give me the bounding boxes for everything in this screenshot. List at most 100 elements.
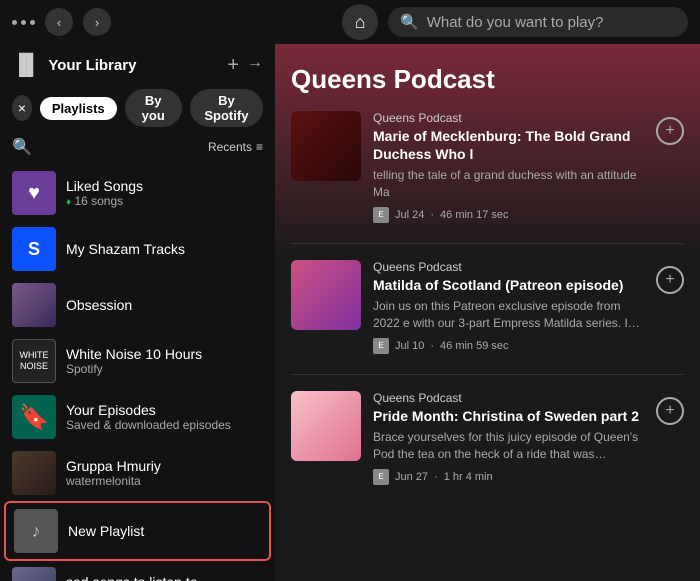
newplaylist-info: New Playlist	[68, 523, 261, 539]
episode-date: Jul 24	[395, 209, 424, 221]
list-item[interactable]: ♪ New Playlist	[4, 501, 271, 561]
episode-separator: ·	[430, 209, 434, 221]
window-dots	[12, 20, 35, 25]
liked-songs-thumb: ♥	[12, 171, 56, 215]
whitenoise-name: White Noise 10 Hours	[66, 346, 263, 362]
liked-songs-dot: ♦	[66, 197, 71, 208]
episode-add-button[interactable]: +	[656, 266, 684, 294]
search-bar[interactable]: 🔍 What do you want to play?	[388, 7, 688, 37]
whitenoise-thumb: WHITENOISE	[12, 339, 56, 383]
library-list: ♥ Liked Songs ♦ 16 songs S My Shazam Tra…	[0, 165, 275, 581]
newplaylist-name: New Playlist	[68, 523, 261, 539]
episode-date: Jun 27	[395, 471, 428, 483]
recents-label-text: Recents	[208, 140, 252, 154]
episode-type-icon: E	[373, 469, 389, 485]
gruppa-sub: watermelonita	[66, 474, 263, 488]
episode-desc: Brace yourselves for this juicy episode …	[373, 429, 644, 463]
filter-by-spotify[interactable]: By Spotify	[190, 89, 263, 127]
sidebar-header-actions: + →	[227, 54, 263, 77]
main-content: ▐▌ Your Library + → × Playlists By you B…	[0, 44, 700, 581]
library-title: Your Library	[48, 57, 219, 74]
episode-type-icon: E	[373, 207, 389, 223]
episode-title: Marie of Mecklenburg: The Bold Grand Duc…	[373, 127, 644, 163]
dot-2	[21, 20, 26, 25]
episodes-thumb: 🔖	[12, 395, 56, 439]
episode-add-button[interactable]: +	[656, 117, 684, 145]
liked-songs-name: Liked Songs	[66, 178, 263, 194]
recents-sort-button[interactable]: Recents ≡	[208, 140, 263, 154]
add-library-button[interactable]: +	[227, 54, 239, 77]
newplaylist-thumb: ♪	[14, 509, 58, 553]
episode-thumbnail	[291, 260, 361, 330]
gruppa-thumb	[12, 451, 56, 495]
panel-title: Queens Podcast	[291, 64, 684, 95]
sadsongs-thumb	[12, 567, 56, 581]
episode-add-button[interactable]: +	[656, 397, 684, 425]
expand-library-button[interactable]: →	[247, 54, 263, 77]
episode-date: Jul 10	[395, 340, 424, 352]
episode-podcast: Queens Podcast	[373, 111, 644, 125]
episode-podcast: Queens Podcast	[373, 260, 644, 274]
filter-playlists[interactable]: Playlists	[40, 97, 117, 120]
episode-info: Queens Podcast Pride Month: Christina of…	[373, 391, 644, 485]
list-item[interactable]: 🔖 Your Episodes Saved & downloaded episo…	[4, 389, 271, 445]
episode-thumbnail	[291, 111, 361, 181]
episode-item: Queens Podcast Marie of Mecklenburg: The…	[291, 111, 684, 223]
filter-by-you[interactable]: By you	[125, 89, 182, 127]
list-item[interactable]: Obsession	[4, 277, 271, 333]
episode-separator: ·	[434, 471, 438, 483]
liked-songs-info: Liked Songs ♦ 16 songs	[66, 178, 263, 208]
liked-songs-sub: ♦ 16 songs	[66, 194, 263, 208]
episodes-sub: Saved & downloaded episodes	[66, 418, 263, 432]
list-item[interactable]: WHITENOISE White Noise 10 Hours Spotify	[4, 333, 271, 389]
sidebar-search-icon[interactable]: 🔍	[12, 137, 32, 157]
episode-info: Queens Podcast Matilda of Scotland (Patr…	[373, 260, 644, 354]
filter-bar: × Playlists By you By Spotify	[0, 85, 275, 135]
episodes-name: Your Episodes	[66, 402, 263, 418]
episode-desc: Join us on this Patreon exclusive episod…	[373, 298, 644, 332]
episode-title: Matilda of Scotland (Patreon episode)	[373, 276, 644, 294]
episode-meta: E Jun 27 · 1 hr 4 min	[373, 469, 644, 485]
nav-back-button[interactable]: ‹	[45, 8, 73, 36]
home-button[interactable]: ⌂	[342, 4, 378, 40]
sadsongs-name: sad songs to listen to	[66, 574, 263, 581]
obsession-name: Obsession	[66, 297, 263, 313]
list-item[interactable]: S My Shazam Tracks	[4, 221, 271, 277]
episode-duration: 46 min 17 sec	[440, 209, 508, 221]
library-icon: ▐▌	[12, 54, 40, 77]
gruppa-info: Gruppa Hmuriy watermelonita	[66, 458, 263, 488]
shazam-thumb: S	[12, 227, 56, 271]
close-filter-button[interactable]: ×	[12, 95, 32, 121]
episode-desc: telling the tale of a grand duchess with…	[373, 167, 644, 201]
episode-title: Pride Month: Christina of Sweden part 2	[373, 407, 644, 425]
episode-meta: E Jul 24 · 46 min 17 sec	[373, 207, 644, 223]
episode-info: Queens Podcast Marie of Mecklenburg: The…	[373, 111, 644, 223]
gruppa-name: Gruppa Hmuriy	[66, 458, 263, 474]
shazam-name: My Shazam Tracks	[66, 241, 263, 257]
episode-podcast: Queens Podcast	[373, 391, 644, 405]
shazam-info: My Shazam Tracks	[66, 241, 263, 257]
sidebar-header: ▐▌ Your Library + →	[0, 44, 275, 85]
list-item[interactable]: Gruppa Hmuriy watermelonita	[4, 445, 271, 501]
search-icon: 🔍	[400, 13, 419, 31]
top-bar: ‹ › ⌂ 🔍 What do you want to play?	[0, 0, 700, 44]
episode-divider	[291, 374, 684, 375]
liked-songs-count: 16 songs	[74, 194, 123, 208]
right-panel: Queens Podcast Queens Podcast Marie of M…	[275, 44, 700, 581]
episode-separator: ·	[430, 340, 434, 352]
episode-duration: 46 min 59 sec	[440, 340, 508, 352]
list-item[interactable]: ♥ Liked Songs ♦ 16 songs	[4, 165, 271, 221]
episode-item: Queens Podcast Pride Month: Christina of…	[291, 391, 684, 485]
search-sort-bar: 🔍 Recents ≡	[0, 135, 275, 165]
episode-divider	[291, 243, 684, 244]
sadsongs-info: sad songs to listen to 0woofyfvozrgs9mr1…	[66, 574, 263, 581]
whitenoise-sub: Spotify	[66, 362, 263, 376]
list-item[interactable]: sad songs to listen to 0woofyfvozrgs9mr1…	[4, 561, 271, 581]
search-placeholder: What do you want to play?	[427, 14, 604, 31]
episodes-info: Your Episodes Saved & downloaded episode…	[66, 402, 263, 432]
dot-1	[12, 20, 17, 25]
episode-thumbnail	[291, 391, 361, 461]
sidebar: ▐▌ Your Library + → × Playlists By you B…	[0, 44, 275, 581]
dot-3	[30, 20, 35, 25]
nav-forward-button[interactable]: ›	[83, 8, 111, 36]
